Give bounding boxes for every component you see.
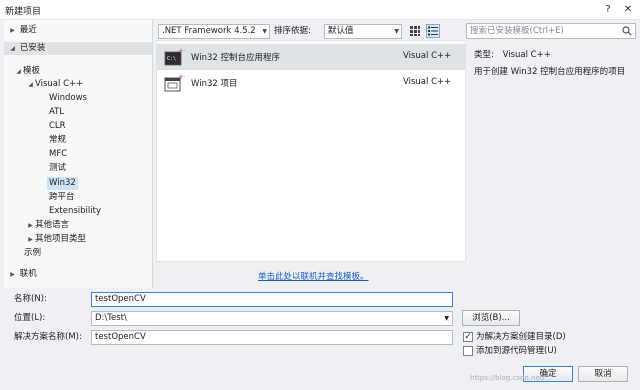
chevron-right-icon: ▶ bbox=[10, 271, 15, 278]
tree-item-clr[interactable]: CLR bbox=[49, 120, 66, 133]
tree-item-visual-cpp[interactable]: ◢ Visual C++ bbox=[26, 78, 83, 91]
template-tree: ▶ 最近 ◢ 已安装 ◢ 模板 ◢ Visual C++ Windows ATL C… bbox=[4, 20, 153, 288]
location-value: D:\Test\ bbox=[95, 313, 127, 323]
watermark: https://blog.csdn.net/... bbox=[470, 374, 552, 382]
template-details: 类型: Visual C++ 用于创建 Win32 控制台应用程序的项目 bbox=[474, 48, 625, 77]
tree-item-samples[interactable]: 示例 bbox=[24, 247, 41, 260]
sort-dropdown[interactable]: 默认值 ▼ bbox=[324, 24, 402, 39]
template-description: 用于创建 Win32 控制台应用程序的项目 bbox=[474, 67, 626, 77]
tree-label: 其他项目类型 bbox=[35, 234, 87, 244]
source-control-checkbox[interactable] bbox=[463, 346, 473, 356]
chevron-right-icon: ▶ bbox=[28, 222, 33, 229]
create-directory-label: 为解决方案创建目录(D) bbox=[476, 332, 566, 342]
list-view-icon bbox=[428, 26, 438, 36]
tree-label: Visual C++ bbox=[35, 79, 84, 89]
svg-text:C:\: C:\ bbox=[167, 56, 176, 62]
type-label: 类型: bbox=[474, 50, 494, 60]
close-button[interactable]: ✕ bbox=[620, 2, 636, 17]
window-title: 新建项目 bbox=[5, 7, 42, 17]
template-name: Win32 控制台应用程序 bbox=[191, 53, 280, 63]
source-control-label: 添加到源代码管理(U) bbox=[476, 346, 557, 356]
chevron-right-icon: ▶ bbox=[28, 236, 33, 243]
tree-item-win32[interactable]: Win32 bbox=[47, 177, 78, 190]
chevron-down-icon: ▼ bbox=[394, 28, 399, 35]
chevron-right-icon: ▶ bbox=[10, 27, 15, 34]
tree-item-general[interactable]: 常规 bbox=[49, 134, 66, 147]
win32-project-icon: ++ bbox=[164, 73, 185, 92]
find-templates-online-link[interactable]: 单击此处以联机并查找模板。 bbox=[258, 270, 369, 282]
template-name: Win32 项目 bbox=[191, 79, 238, 89]
tree-label: 其他语言 bbox=[35, 220, 70, 230]
location-field[interactable]: D:\Test\ ▼ bbox=[91, 311, 453, 326]
chevron-down-icon: ◢ bbox=[10, 45, 15, 52]
tree-item-other-project-types[interactable]: ▶ 其他项目类型 bbox=[26, 233, 86, 246]
grid-view-button[interactable] bbox=[408, 24, 422, 38]
checkmark-icon: ✓ bbox=[464, 332, 472, 342]
tree-item-online[interactable]: ▶ 联机 bbox=[8, 268, 37, 281]
chevron-down-icon: ▼ bbox=[262, 28, 267, 35]
tree-item-windows[interactable]: Windows bbox=[49, 92, 87, 105]
name-field[interactable]: testOpenCV bbox=[91, 292, 453, 307]
create-directory-checkbox[interactable]: ✓ bbox=[463, 332, 473, 342]
svg-text:++: ++ bbox=[178, 47, 185, 55]
tree-item-other-languages[interactable]: ▶ 其他语言 bbox=[26, 219, 69, 232]
list-view-button[interactable] bbox=[426, 24, 440, 38]
chevron-down-icon: ▼ bbox=[444, 315, 449, 322]
location-label: 位置(L): bbox=[14, 313, 46, 323]
tree-item-templates[interactable]: ◢ 模板 bbox=[14, 65, 40, 78]
tree-item-installed[interactable]: ◢ 已安装 bbox=[4, 42, 152, 55]
solution-name-field[interactable]: testOpenCV bbox=[91, 330, 453, 345]
svg-text:++: ++ bbox=[178, 73, 185, 81]
tree-label: 已安装 bbox=[19, 43, 46, 53]
tree-label: 模板 bbox=[23, 66, 41, 76]
template-row-win32-project[interactable]: ++ Win32 项目 Visual C++ bbox=[157, 70, 465, 96]
sort-value: 默认值 bbox=[328, 26, 354, 36]
framework-value: .NET Framework 4.5.2 bbox=[162, 26, 256, 36]
tree-item-extensibility[interactable]: Extensibility bbox=[49, 205, 101, 218]
tree-label: 联机 bbox=[19, 269, 37, 279]
template-row-console-app[interactable]: C:\ ++ Win32 控制台应用程序 Visual C++ bbox=[157, 44, 465, 70]
sort-label: 排序依据: bbox=[274, 26, 311, 36]
tree-item-test[interactable]: 测试 bbox=[49, 162, 66, 175]
framework-dropdown[interactable]: .NET Framework 4.5.2 ▼ bbox=[158, 24, 270, 39]
help-button[interactable]: ? bbox=[600, 2, 616, 17]
search-placeholder: 搜索已安装模板(Ctrl+E) bbox=[470, 26, 564, 36]
template-language: Visual C++ bbox=[403, 77, 452, 87]
template-list: C:\ ++ Win32 控制台应用程序 Visual C++ ++ Win32… bbox=[156, 40, 466, 262]
chevron-down-icon: ◢ bbox=[28, 81, 33, 88]
name-label: 名称(N): bbox=[14, 294, 47, 304]
template-language: Visual C++ bbox=[403, 51, 452, 61]
type-value: Visual C++ bbox=[502, 50, 551, 60]
search-icon bbox=[622, 26, 632, 36]
tree-label: 最近 bbox=[19, 25, 37, 35]
title-bar: 新建项目 ? ✕ bbox=[0, 0, 640, 20]
grid-view-icon bbox=[410, 26, 420, 36]
search-input[interactable]: 搜索已安装模板(Ctrl+E) bbox=[466, 23, 636, 39]
tree-item-atl[interactable]: ATL bbox=[49, 106, 64, 119]
cancel-button[interactable]: 取消 bbox=[578, 366, 628, 382]
tree-item-recent[interactable]: ▶ 最近 bbox=[8, 24, 37, 37]
tree-item-mfc[interactable]: MFC bbox=[49, 148, 67, 161]
chevron-down-icon: ◢ bbox=[16, 68, 21, 75]
tree-item-cross-platform[interactable]: 跨平台 bbox=[49, 191, 75, 204]
solution-name-label: 解决方案名称(M): bbox=[14, 332, 82, 342]
browse-button[interactable]: 浏览(B)... bbox=[462, 310, 520, 326]
console-app-icon: C:\ ++ bbox=[164, 47, 185, 66]
